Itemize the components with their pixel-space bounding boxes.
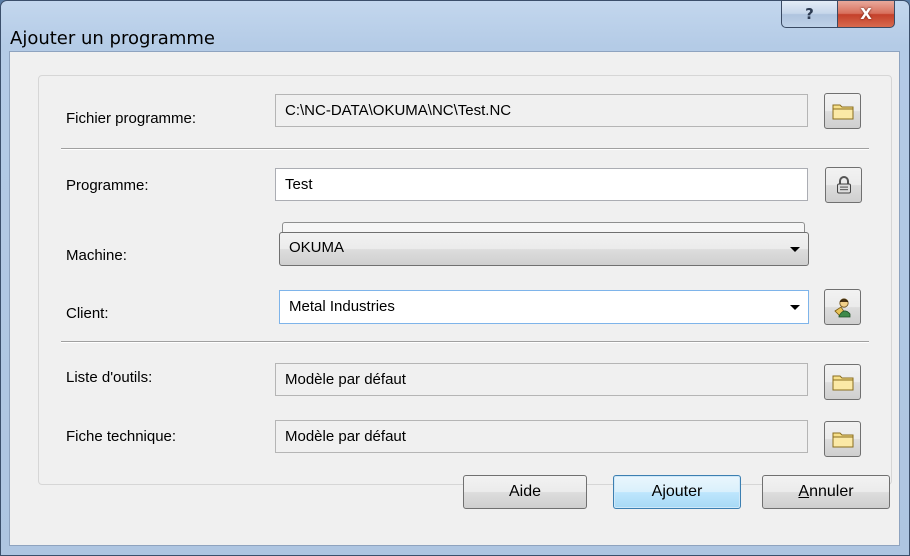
add-button-label: Ajouter <box>651 483 703 500</box>
folder-icon <box>832 375 853 391</box>
dialog-body: Fichier programme: C:\NC-DATA\OKUMA\NC\T… <box>9 51 900 546</box>
cancel-button[interactable]: Annuler <box>762 475 890 509</box>
machine-selected-value: OKUMA <box>289 239 345 256</box>
chevron-down-icon <box>790 247 800 252</box>
programme-input[interactable]: Test <box>275 168 808 201</box>
browse-technical-sheet-button[interactable] <box>824 421 861 457</box>
question-mark-icon: ? <box>805 5 814 23</box>
machine-label: Machine: <box>66 247 127 264</box>
separator-2 <box>61 341 869 343</box>
fichier-programme-field: C:\NC-DATA\OKUMA\NC\Test.NC <box>275 94 808 127</box>
browse-program-file-button[interactable] <box>824 93 861 129</box>
help-button-label: Aide <box>508 483 542 500</box>
dialog-window: Ajouter un programme ? X Fichier program… <box>0 0 910 556</box>
browse-tool-list-button[interactable] <box>824 364 861 400</box>
folder-icon <box>832 432 853 448</box>
title-bar[interactable]: Ajouter un programme ? X <box>1 0 909 51</box>
program-details-group: Fichier programme: C:\NC-DATA\OKUMA\NC\T… <box>38 75 892 485</box>
client-details-button[interactable] <box>824 289 861 325</box>
cancel-button-label: Annuler <box>798 483 854 500</box>
fichier-programme-label: Fichier programme: <box>66 110 197 127</box>
fiche-technique-field: Modèle par défaut <box>275 420 808 453</box>
close-icon: X <box>860 5 872 23</box>
liste-outils-label: Liste d'outils: <box>66 369 153 386</box>
client-dropdown[interactable]: Metal Industries <box>279 290 809 324</box>
client-selected-value: Metal Industries <box>289 298 395 315</box>
person-icon <box>833 298 850 318</box>
client-label: Client: <box>66 305 109 322</box>
machine-dropdown[interactable]: OKUMA <box>279 232 809 266</box>
window-title: Ajouter un programme <box>10 28 215 49</box>
liste-outils-field: Modèle par défaut <box>275 363 808 396</box>
help-button[interactable]: Aide <box>463 475 587 509</box>
lock-program-button[interactable] <box>825 167 862 203</box>
chevron-down-icon <box>790 305 800 310</box>
programme-label: Programme: <box>66 177 149 194</box>
fiche-technique-label: Fiche technique: <box>66 428 177 445</box>
close-title-button[interactable]: X <box>837 0 895 28</box>
title-buttons: ? X <box>781 0 895 28</box>
help-title-button[interactable]: ? <box>781 0 837 28</box>
lock-icon <box>836 176 851 194</box>
separator-1 <box>61 148 869 150</box>
folder-icon <box>832 104 853 120</box>
add-button[interactable]: Ajouter <box>613 475 741 509</box>
